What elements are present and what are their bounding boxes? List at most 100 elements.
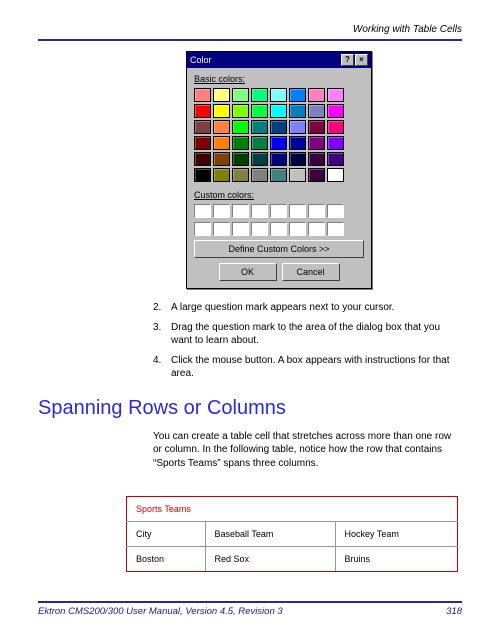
running-header: Working with Table Cells	[38, 24, 462, 35]
custom-color-slot[interactable]	[289, 222, 306, 236]
table-cell: Boston	[127, 547, 206, 572]
custom-color-row-2	[194, 222, 364, 236]
color-swatch[interactable]	[194, 104, 211, 118]
color-swatch[interactable]	[270, 104, 287, 118]
color-swatch[interactable]	[251, 88, 268, 102]
help-button[interactable]: ?	[341, 54, 354, 66]
color-swatch[interactable]	[194, 168, 211, 182]
color-swatch[interactable]	[308, 136, 325, 150]
color-swatch[interactable]	[308, 104, 325, 118]
color-swatch[interactable]	[251, 168, 268, 182]
color-swatch[interactable]	[232, 88, 249, 102]
color-swatch[interactable]	[289, 104, 306, 118]
color-swatch[interactable]	[194, 152, 211, 166]
color-swatch[interactable]	[251, 152, 268, 166]
step-number: 4.	[153, 354, 171, 381]
color-swatch[interactable]	[232, 136, 249, 150]
color-swatch[interactable]	[289, 152, 306, 166]
color-swatch[interactable]	[308, 88, 325, 102]
dialog-title: Color	[190, 55, 212, 65]
color-swatch[interactable]	[308, 152, 325, 166]
basic-color-palette	[194, 88, 364, 182]
define-custom-colors-button[interactable]: Define Custom Colors >>	[194, 240, 364, 258]
custom-color-slot[interactable]	[308, 204, 325, 218]
color-swatch[interactable]	[213, 88, 230, 102]
step-number: 3.	[153, 321, 171, 348]
custom-color-slot[interactable]	[327, 204, 344, 218]
custom-color-slot[interactable]	[213, 204, 230, 218]
table-col-header: Baseball Team	[205, 522, 335, 547]
color-swatch[interactable]	[270, 120, 287, 134]
color-swatch[interactable]	[270, 136, 287, 150]
color-swatch[interactable]	[327, 152, 344, 166]
color-swatch[interactable]	[194, 136, 211, 150]
custom-color-slot[interactable]	[289, 204, 306, 218]
color-swatch[interactable]	[213, 136, 230, 150]
color-swatch[interactable]	[251, 120, 268, 134]
table-span-header: Sports Teams	[127, 497, 458, 522]
color-swatch[interactable]	[327, 104, 344, 118]
step-text: Click the mouse button. A box appears wi…	[171, 354, 462, 381]
color-swatch[interactable]	[194, 120, 211, 134]
instruction-step: 3. Drag the question mark to the area of…	[153, 321, 462, 348]
color-swatch[interactable]	[270, 152, 287, 166]
color-swatch[interactable]	[194, 88, 211, 102]
color-swatch[interactable]	[289, 120, 306, 134]
custom-color-slot[interactable]	[251, 204, 268, 218]
color-swatch[interactable]	[289, 136, 306, 150]
step-text: A large question mark appears next to yo…	[171, 301, 394, 315]
step-text: Drag the question mark to the area of th…	[171, 321, 462, 348]
color-swatch[interactable]	[270, 88, 287, 102]
close-button[interactable]: ×	[355, 54, 368, 66]
color-swatch[interactable]	[251, 104, 268, 118]
color-swatch[interactable]	[232, 152, 249, 166]
color-swatch[interactable]	[213, 152, 230, 166]
custom-color-slot[interactable]	[251, 222, 268, 236]
custom-color-slot[interactable]	[308, 222, 325, 236]
table-cell: Bruins	[335, 547, 457, 572]
cancel-button[interactable]: Cancel	[282, 263, 340, 281]
custom-color-slot[interactable]	[213, 222, 230, 236]
color-swatch[interactable]	[289, 88, 306, 102]
custom-color-slot[interactable]	[270, 222, 287, 236]
instruction-list: 2. A large question mark appears next to…	[153, 301, 462, 381]
color-swatch[interactable]	[327, 120, 344, 134]
color-swatch[interactable]	[232, 168, 249, 182]
color-swatch[interactable]	[213, 104, 230, 118]
custom-color-slot[interactable]	[270, 204, 287, 218]
color-swatch[interactable]	[213, 120, 230, 134]
table-cell: Red Sox	[205, 547, 335, 572]
color-swatch[interactable]	[327, 168, 344, 182]
table-col-header: City	[127, 522, 206, 547]
example-table: Sports Teams City Baseball Team Hockey T…	[126, 496, 458, 572]
custom-color-slot[interactable]	[232, 222, 249, 236]
color-swatch[interactable]	[327, 88, 344, 102]
custom-color-slot[interactable]	[194, 222, 211, 236]
color-swatch[interactable]	[270, 168, 287, 182]
color-swatch[interactable]	[289, 168, 306, 182]
color-swatch[interactable]	[308, 168, 325, 182]
custom-color-slot[interactable]	[232, 204, 249, 218]
custom-color-slot[interactable]	[194, 204, 211, 218]
color-dialog: Color ? × Basic colors: Custom colors:	[186, 51, 372, 289]
color-swatch[interactable]	[232, 104, 249, 118]
instruction-step: 2. A large question mark appears next to…	[153, 301, 462, 315]
color-swatch[interactable]	[327, 136, 344, 150]
section-heading: Spanning Rows or Columns	[38, 397, 462, 420]
table-col-header: Hockey Team	[335, 522, 457, 547]
instruction-step: 4. Click the mouse button. A box appears…	[153, 354, 462, 381]
body-paragraph: You can create a table cell that stretch…	[153, 430, 462, 471]
page-number: 318	[446, 606, 462, 617]
header-rule	[38, 39, 462, 41]
custom-colors-label: Custom colors:	[194, 190, 364, 200]
color-swatch[interactable]	[251, 136, 268, 150]
footer-rule	[38, 601, 462, 603]
footer-manual-title: Ektron CMS200/300 User Manual, Version 4…	[38, 606, 283, 617]
color-swatch[interactable]	[308, 120, 325, 134]
custom-color-slot[interactable]	[327, 222, 344, 236]
color-swatch[interactable]	[213, 168, 230, 182]
page-footer: Ektron CMS200/300 User Manual, Version 4…	[38, 601, 462, 617]
color-swatch[interactable]	[232, 120, 249, 134]
ok-button[interactable]: OK	[219, 263, 277, 281]
dialog-titlebar: Color ? ×	[187, 52, 371, 68]
